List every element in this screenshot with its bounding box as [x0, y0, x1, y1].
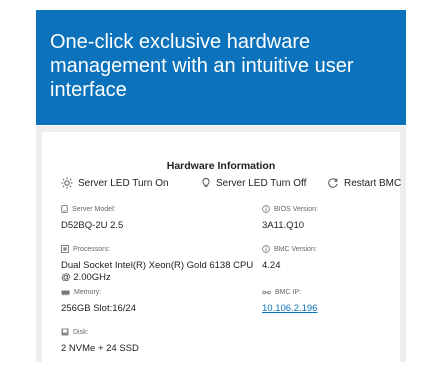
- memory-value: 256GB Slot:16/24: [61, 303, 136, 314]
- bios-version-field: BIOS Version: 3A11.Q10: [262, 205, 318, 232]
- info-icon: [262, 245, 270, 253]
- led-off-label: Server LED Turn Off: [216, 177, 307, 189]
- restart-label: Restart BMC: [344, 177, 402, 189]
- info-icon: [262, 205, 270, 213]
- restart-bmc-button[interactable]: Restart BMC: [327, 177, 401, 189]
- panel-title: Hardware Information: [166, 160, 276, 172]
- processor-icon: [61, 245, 69, 253]
- hardware-info-panel: Hardware Information Server LED Turn On …: [42, 132, 401, 368]
- server-model-field: Server Model: D52BQ-2U 2.5: [61, 205, 123, 232]
- bmc-ip-label: BMC IP:: [275, 289, 302, 296]
- disk-field: Disk: 2 NVMe + 24 SSD: [61, 328, 139, 355]
- banner-line-2: management with an intuitive user: [50, 55, 354, 77]
- server-led-on-button[interactable]: Server LED Turn On: [61, 177, 169, 189]
- sun-icon: [61, 177, 73, 189]
- promo-banner: One-click exclusive hardware management …: [36, 10, 406, 125]
- network-icon: [262, 289, 271, 296]
- disk-icon: [61, 328, 69, 336]
- server-model-value: D52BQ-2U 2.5: [61, 220, 124, 231]
- memory-label: Memory:: [74, 289, 102, 296]
- bmc-version-value: 4.24: [262, 260, 281, 271]
- bmc-version-label: BMC Version:: [274, 245, 317, 253]
- processors-value-line-2: @ 2.00GHz: [61, 272, 111, 283]
- banner-line-3: interface: [50, 79, 127, 101]
- processors-value-line-1: Dual Socket Intel(R) Xeon(R) Gold 6138 C…: [61, 260, 254, 271]
- bmc-ip-link[interactable]: 10.106.2.196: [262, 303, 317, 315]
- bios-version-label: BIOS Version:: [274, 205, 318, 213]
- bmc-ip-field: BMC IP: 10.106.2.196: [262, 289, 317, 315]
- restart-icon: [327, 177, 339, 189]
- bios-version-value: 3A11.Q10: [262, 220, 305, 231]
- bulb-icon: [201, 177, 211, 189]
- server-icon: [61, 205, 68, 213]
- server-model-label: Server Model:: [72, 205, 116, 213]
- disk-value: 2 NVMe + 24 SSD: [61, 343, 139, 354]
- screenshot-frame: Hardware Information Server LED Turn On …: [36, 126, 406, 368]
- disk-label: Disk:: [73, 328, 89, 336]
- action-bar: Server LED Turn On Server LED Turn Off R…: [61, 177, 401, 193]
- server-led-off-button[interactable]: Server LED Turn Off: [201, 177, 306, 189]
- processors-field: Processors: Dual Socket Intel(R) Xeon(R)…: [61, 245, 253, 284]
- led-on-label: Server LED Turn On: [78, 177, 169, 189]
- processors-label: Processors:: [73, 245, 110, 253]
- memory-field: Memory: 256GB Slot:16/24: [61, 289, 136, 315]
- bmc-version-field: BMC Version: 4.24: [262, 245, 317, 272]
- memory-icon: [61, 290, 70, 296]
- banner-line-1: One-click exclusive hardware: [50, 31, 311, 53]
